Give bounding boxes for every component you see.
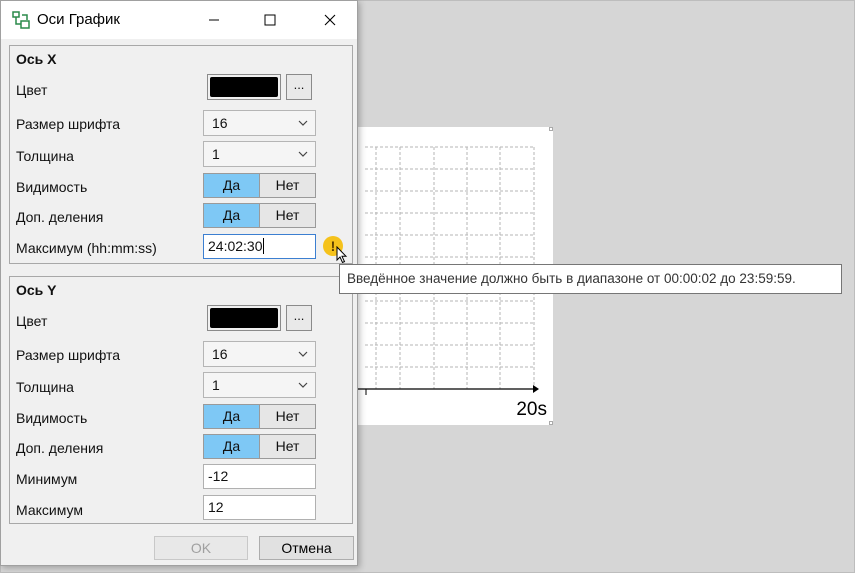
maximize-button[interactable] <box>247 1 293 39</box>
axis-x-thickness-select[interactable]: 1 <box>203 141 316 167</box>
axis-y-min-label: Минимум <box>16 471 78 487</box>
axis-y-font-size-label: Размер шрифта <box>16 347 121 363</box>
axis-x-minor-ticks-label: Доп. деления <box>16 209 104 225</box>
x-axis-tick-label: 20s <box>516 399 547 420</box>
chevron-down-icon <box>298 351 308 357</box>
axis-y-max-value: 12 <box>208 499 224 515</box>
axis-x-visibility-label: Видимость <box>16 179 88 195</box>
axis-y-max-input[interactable]: 12 <box>203 495 316 520</box>
axis-x-max-input[interactable]: 24:02:30 <box>203 234 316 259</box>
close-icon <box>324 14 336 26</box>
validation-tooltip: Введённое значение должно быть в диапазо… <box>339 264 842 294</box>
minimize-icon <box>209 19 219 21</box>
axis-x-color-swatch[interactable] <box>207 74 281 100</box>
axis-y-color-label: Цвет <box>16 313 48 329</box>
axis-y-font-size-select[interactable]: 16 <box>203 341 316 367</box>
axis-x-minor-ticks-toggle[interactable]: Да Нет <box>203 203 316 228</box>
axis-y-font-size-value: 16 <box>212 346 228 362</box>
axis-x-group: Ось X Цвет ... Размер шрифта 16 Толщина … <box>9 45 353 264</box>
app-icon <box>12 11 30 29</box>
axis-y-thickness-select[interactable]: 1 <box>203 372 316 398</box>
axis-y-visibility-toggle[interactable]: Да Нет <box>203 404 316 429</box>
minimize-button[interactable] <box>191 1 237 39</box>
axis-y-visibility-yes[interactable]: Да <box>204 405 259 428</box>
resize-handle[interactable] <box>549 421 553 425</box>
axis-y-visibility-no[interactable]: Нет <box>259 405 315 428</box>
axis-x-title: Ось X <box>16 51 57 67</box>
axis-y-thickness-value: 1 <box>212 377 220 393</box>
axis-x-visibility-no[interactable]: Нет <box>259 174 315 197</box>
axis-x-max-value: 24:02:30 <box>208 238 263 254</box>
axis-x-font-size-select[interactable]: 16 <box>203 110 316 136</box>
axis-y-min-value: -12 <box>208 468 229 484</box>
title-bar: Оси График <box>1 1 357 39</box>
chevron-down-icon <box>298 382 308 388</box>
color-fill <box>210 308 278 328</box>
axis-x-font-size-label: Размер шрифта <box>16 116 121 132</box>
ok-button[interactable]: OK <box>154 536 248 560</box>
axis-y-visibility-label: Видимость <box>16 410 88 426</box>
chevron-down-icon <box>298 151 308 157</box>
axis-y-thickness-label: Толщина <box>16 379 74 395</box>
maximize-icon <box>264 14 276 26</box>
cancel-button[interactable]: Отмена <box>259 536 354 560</box>
color-fill <box>210 77 278 97</box>
window-title: Оси График <box>37 11 120 28</box>
axis-y-group: Ось Y Цвет ... Размер шрифта 16 Толщина … <box>9 276 353 524</box>
axis-y-color-picker-button[interactable]: ... <box>286 305 312 331</box>
axis-y-max-label: Максимум <box>16 502 83 518</box>
axis-y-minor-ticks-toggle[interactable]: Да Нет <box>203 434 316 459</box>
axis-x-minor-ticks-yes[interactable]: Да <box>204 204 259 227</box>
axis-x-color-picker-button[interactable]: ... <box>286 74 312 100</box>
axis-x-thickness-value: 1 <box>212 146 220 162</box>
axis-y-minor-ticks-label: Доп. деления <box>16 440 104 456</box>
close-button[interactable] <box>307 1 353 39</box>
axis-x-thickness-label: Толщина <box>16 148 74 164</box>
axis-y-color-swatch[interactable] <box>207 305 281 331</box>
axis-x-visibility-toggle[interactable]: Да Нет <box>203 173 316 198</box>
axis-x-color-label: Цвет <box>16 82 48 98</box>
axis-x-minor-ticks-no[interactable]: Нет <box>259 204 315 227</box>
text-caret <box>262 238 264 254</box>
axis-y-title: Ось Y <box>16 282 57 298</box>
resize-handle[interactable] <box>549 127 553 131</box>
axes-dialog: Оси График Ось X Цвет ... Размер шрифта … <box>0 0 358 566</box>
mouse-pointer-icon <box>336 246 348 264</box>
axis-x-font-size-value: 16 <box>212 115 228 131</box>
axis-x-max-label: Максимум (hh:mm:ss) <box>16 240 157 256</box>
axis-y-minor-ticks-yes[interactable]: Да <box>204 435 259 458</box>
axis-y-minor-ticks-no[interactable]: Нет <box>259 435 315 458</box>
axis-x-visibility-yes[interactable]: Да <box>204 174 259 197</box>
axis-y-min-input[interactable]: -12 <box>203 464 316 489</box>
chevron-down-icon <box>298 120 308 126</box>
